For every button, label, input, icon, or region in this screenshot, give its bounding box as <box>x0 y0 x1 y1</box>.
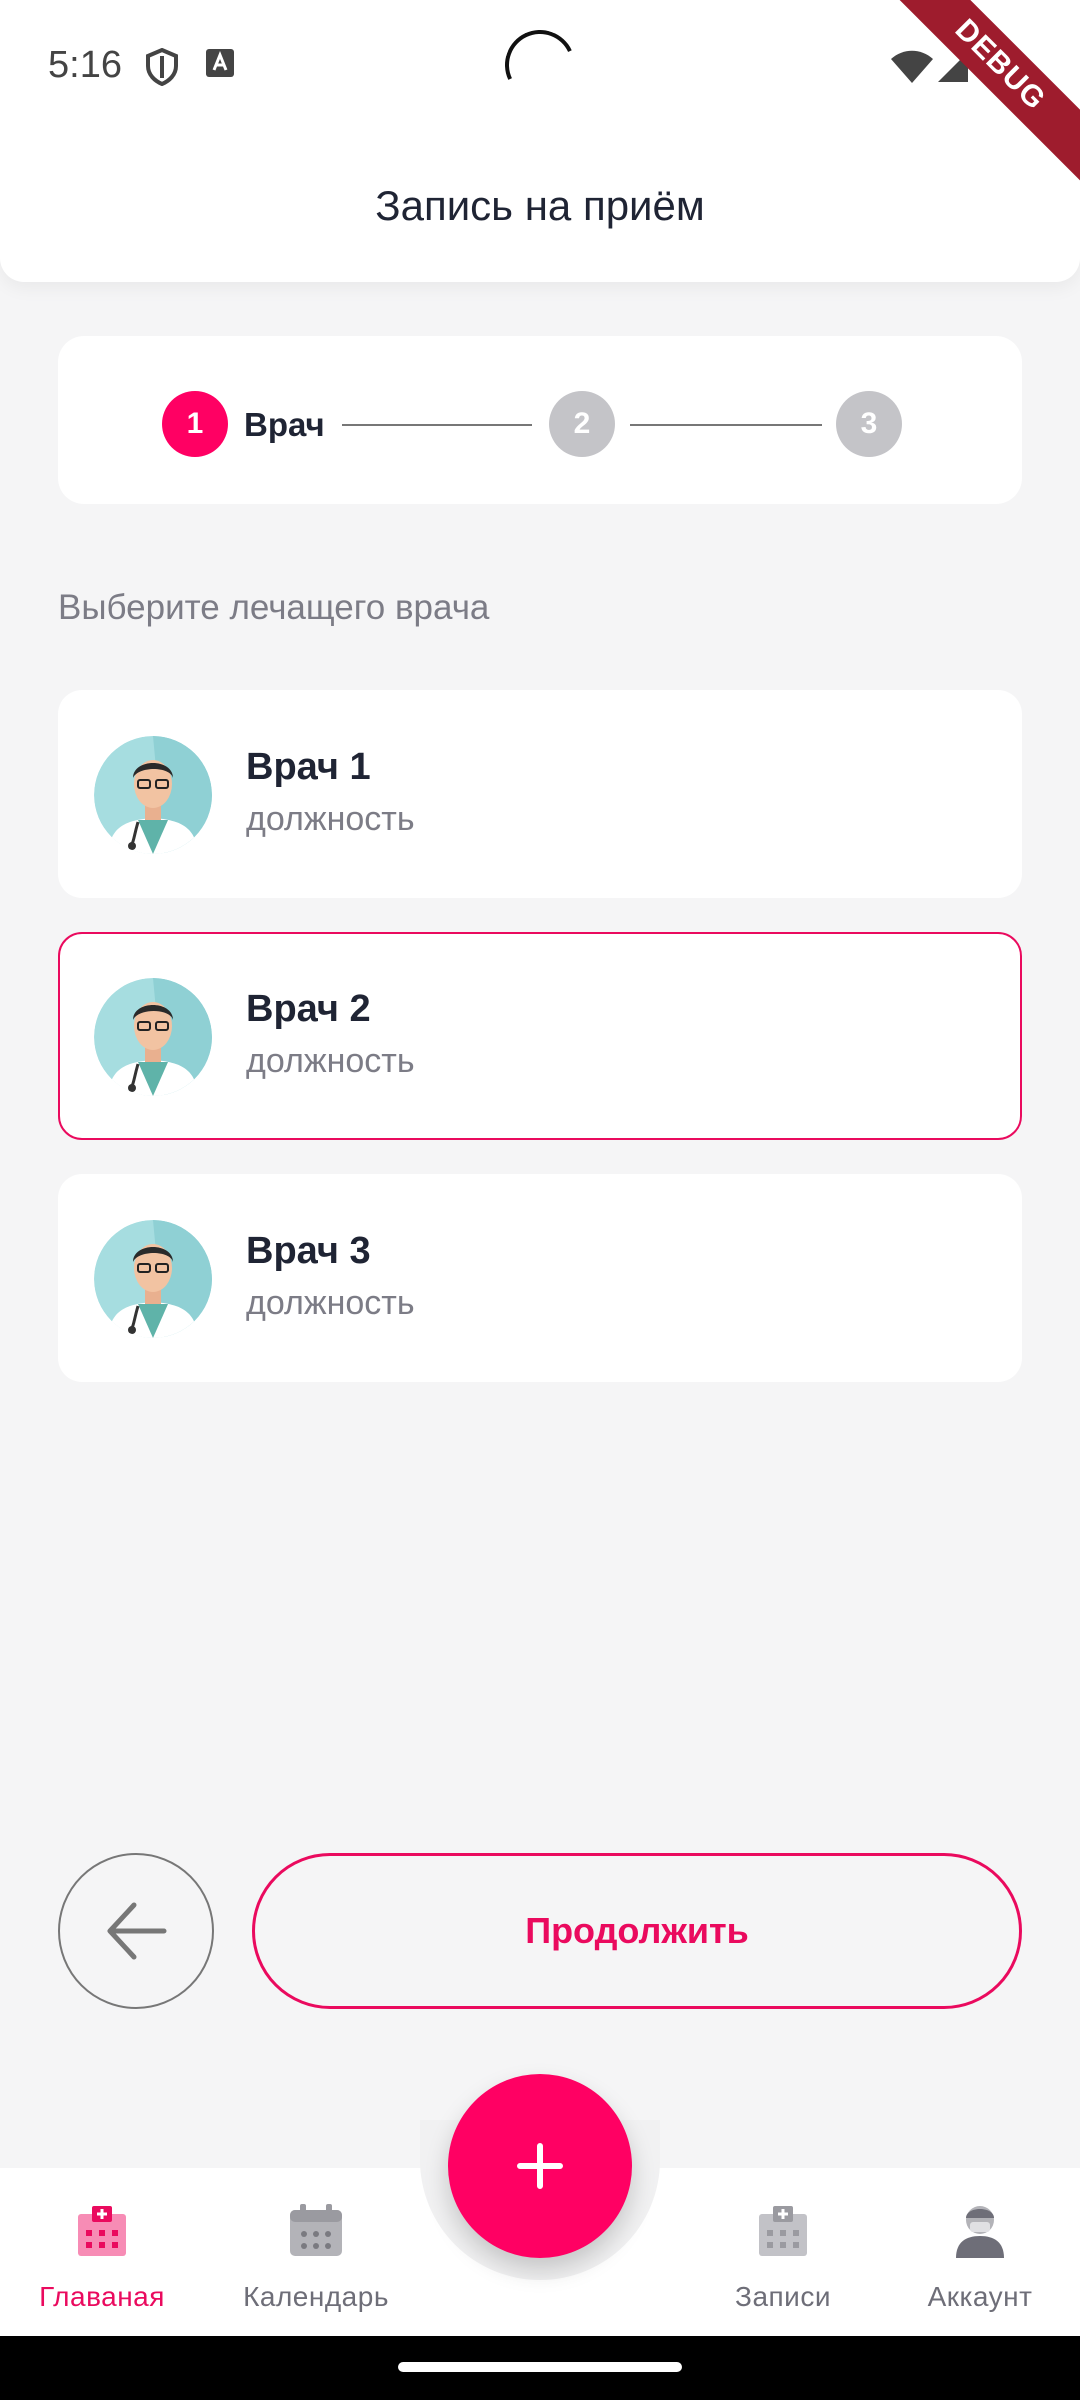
section-label: Выберите лечащего врача <box>58 588 490 627</box>
step-1-indicator: 1 <box>162 391 228 457</box>
nav-item-records[interactable]: Записи <box>683 2200 883 2313</box>
stepper: 1 Врач 2 3 <box>58 336 1022 504</box>
step-1-label: Врач <box>244 406 325 443</box>
nav-label: Календарь <box>243 2281 389 2312</box>
step-3-indicator: 3 <box>836 391 902 457</box>
step-2-indicator: 2 <box>549 391 615 457</box>
nav-label: Главаная <box>39 2281 165 2312</box>
page-title: Запись на приём <box>375 182 705 229</box>
doctor-name: Врач 1 <box>246 746 371 788</box>
doctor-avatar-icon <box>94 978 212 1096</box>
doctor-avatar-icon <box>94 736 212 854</box>
nav-item-account[interactable]: Аккаунт <box>880 2200 1080 2313</box>
step-connector <box>342 424 532 426</box>
doctor-name: Врач 2 <box>246 988 371 1030</box>
plus-icon <box>517 2143 563 2189</box>
step-connector <box>630 424 822 426</box>
doctor-position: должность <box>246 1042 415 1080</box>
arrow-left-icon <box>107 1902 167 1960</box>
back-button[interactable] <box>58 1853 214 2009</box>
doctor-card[interactable]: Врач 1 должность <box>58 690 1022 898</box>
nav-item-calendar[interactable]: Календарь <box>216 2200 416 2313</box>
nav-item-home[interactable]: Главаная <box>2 2200 202 2313</box>
calendar-icon <box>290 2204 342 2256</box>
doctor-card-selected[interactable]: Врач 2 должность <box>58 932 1022 1140</box>
doctor-account-icon <box>956 2206 1004 2258</box>
nav-label: Аккаунт <box>927 2281 1033 2312</box>
doctor-position: должность <box>246 1284 415 1322</box>
wifi-icon <box>891 50 933 83</box>
doctor-card[interactable]: Врач 3 должность <box>58 1174 1022 1382</box>
doctor-position: должность <box>246 800 415 838</box>
nav-label: Записи <box>735 2281 831 2312</box>
records-icon <box>759 2206 807 2256</box>
continue-button[interactable]: Продолжить <box>252 1853 1022 2009</box>
shield-icon <box>146 48 178 86</box>
status-time: 5:16 <box>48 44 122 86</box>
home-gesture-pill[interactable] <box>398 2362 682 2372</box>
doctor-name: Врач 3 <box>246 1230 371 1272</box>
add-appointment-fab[interactable] <box>448 2074 632 2258</box>
hospital-icon <box>78 2206 126 2256</box>
doctor-avatar-icon <box>94 1220 212 1338</box>
keyboard-a-icon <box>206 49 234 77</box>
